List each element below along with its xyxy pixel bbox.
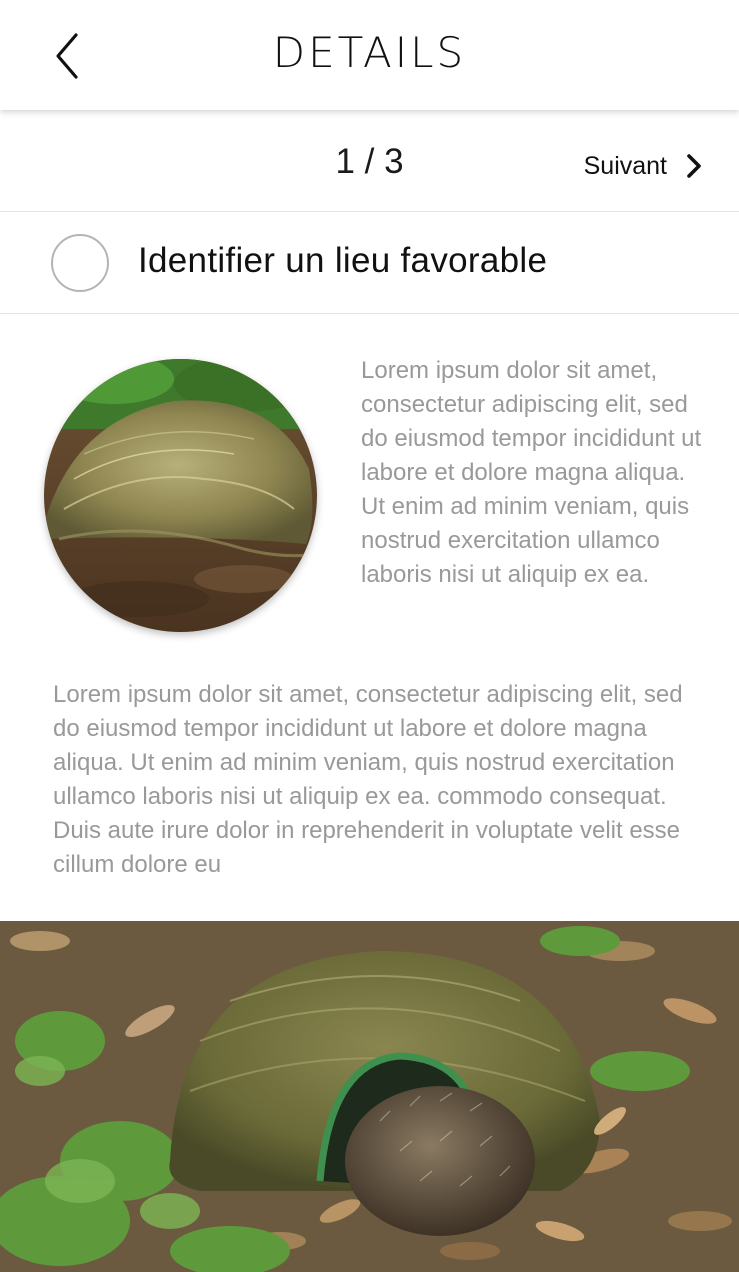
task-title: Identifier un lieu favorable bbox=[138, 241, 548, 280]
task-checkbox[interactable] bbox=[51, 234, 109, 292]
details-screen: DETAILS 1 / 3 Suivant Identifier un lieu… bbox=[0, 0, 739, 1272]
top-bar: DETAILS bbox=[0, 0, 739, 110]
page-title: DETAILS bbox=[272, 28, 467, 77]
step-pager: 1 / 3 Suivant bbox=[0, 112, 739, 212]
next-button[interactable]: Suivant bbox=[584, 146, 703, 186]
hay-pile-photo bbox=[44, 359, 317, 632]
hedgehog-shelter-photo bbox=[0, 921, 739, 1272]
intro-paragraph: Lorem ipsum dolor sit amet, consectetur … bbox=[361, 357, 702, 588]
task-row[interactable]: Identifier un lieu favorable bbox=[0, 214, 739, 314]
body-paragraph: Lorem ipsum dolor sit amet, consectetur … bbox=[53, 681, 683, 878]
next-label: Suivant bbox=[583, 151, 667, 180]
chevron-right-icon bbox=[687, 154, 701, 178]
